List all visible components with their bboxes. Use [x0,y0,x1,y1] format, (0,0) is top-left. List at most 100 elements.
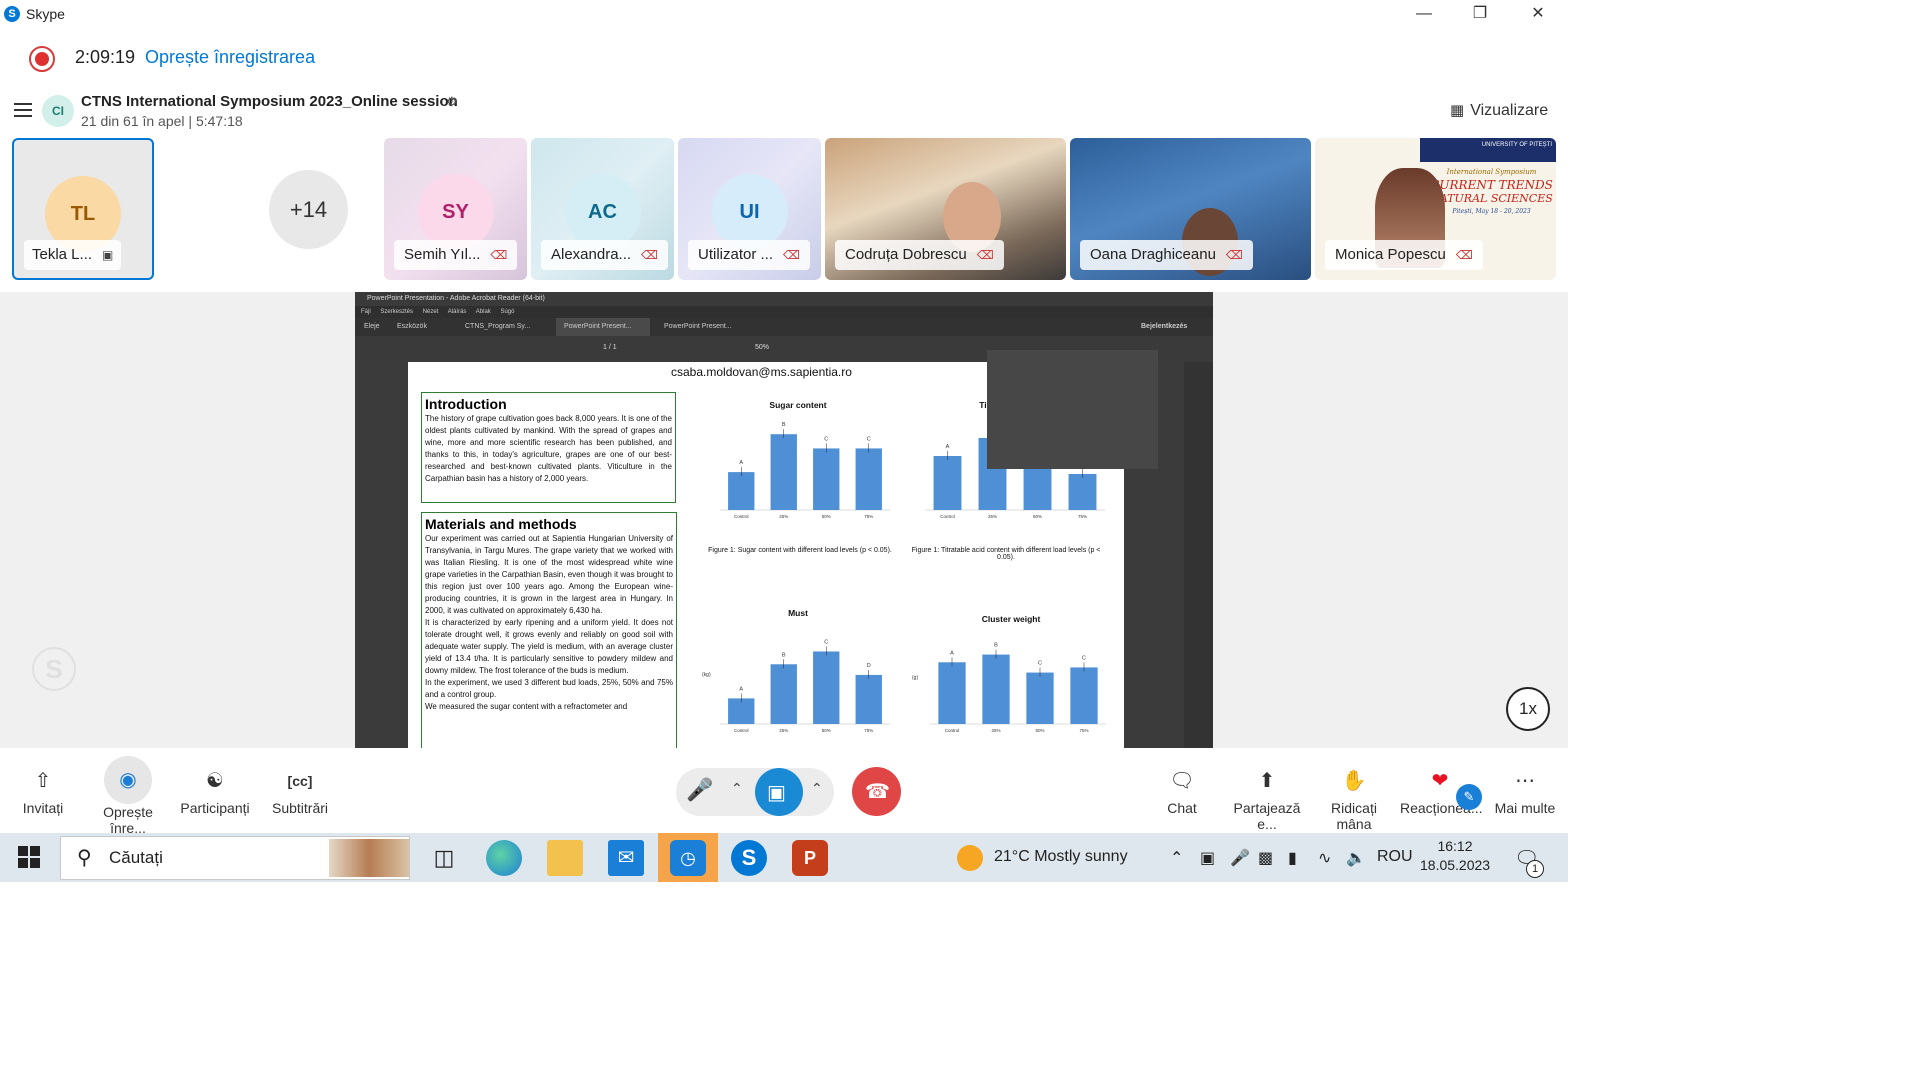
participants-button[interactable]: ☯ Participanți [180,766,250,816]
invite-button[interactable]: ⇧ Invitați [18,766,68,816]
participant-name: Semih Yıl... ⌫ [394,240,518,270]
participant-tile[interactable]: UI Utilizator ... ⌫ [678,138,821,280]
gear-icon[interactable]: ⚙ [446,94,458,110]
avatar: AC [564,174,641,250]
participant-video-tile[interactable]: Codruța Dobrescu ⌫ [825,138,1066,280]
weather-text[interactable]: 21°C Mostly sunny [994,848,1128,866]
close-button[interactable]: ✕ [1510,0,1566,28]
figure-caption: Figure 1: Sugar content with different l… [708,547,892,554]
app-title: Skype [26,6,65,22]
banner-text: NATURAL SCIENCES [1430,192,1553,205]
chevron-up-icon[interactable]: ⌃ [731,780,743,797]
participant-tile[interactable]: SY Semih Yıl... ⌫ [384,138,527,280]
tab-tools[interactable]: Eszközök [397,318,427,336]
notification-count: 1 [1526,860,1544,878]
upload-icon: ⬆ [1258,770,1276,792]
microphone-icon[interactable]: 🎤 [1230,848,1250,868]
invite-label: Invitați [22,800,64,816]
tick-label: 25% [988,514,997,519]
stop-recording-button[interactable]: ◉ Oprește înre... [84,756,172,836]
chat-button[interactable]: 🗨 Chat [1160,766,1204,816]
muted-mic-icon: ⌫ [976,248,994,262]
chart-title: Cluster weight [982,614,1041,624]
conversation-title[interactable]: CTNS International Symposium 2023_Online… [81,93,458,110]
muted-mic-icon: ⌫ [641,248,659,262]
powerpoint-icon[interactable]: P [792,840,828,876]
page-counter[interactable]: 1 / 1 [603,339,617,357]
view-button[interactable]: ▦ Vizualizare [1450,101,1548,120]
tab-home[interactable]: Eleje [364,318,380,336]
tab-document-active[interactable]: PowerPoint Present... [556,318,650,336]
recording-time: 2:09:19 [75,47,136,67]
playback-speed-button[interactable]: 1x [1506,687,1550,731]
windows-start-icon[interactable] [18,846,40,868]
hang-up-button[interactable]: ☎ [852,767,901,816]
taskbar-search[interactable]: ⚲ Căutați [60,836,410,880]
participant-tile-self[interactable]: TL Tekla L... ▣ [12,138,154,280]
stop-recording-label: Oprește înre... [103,804,153,836]
tab-document[interactable]: PowerPoint Present... [664,318,732,336]
menu-item[interactable]: Nézet [423,309,439,315]
participant-name-text: Codruța Dobrescu [845,246,967,263]
meet-now-icon[interactable]: ▣ [1200,848,1215,868]
muted-mic-icon[interactable]: 🎤 [686,777,713,803]
conversation-subtitle: 21 din 61 în apel | 5:47:18 [81,113,243,129]
camera-button[interactable]: ▣ [755,768,803,816]
participant-name-text: Tekla L... [32,246,93,263]
language-indicator[interactable]: ROU [1377,848,1413,866]
tick-label: 75% [864,514,873,519]
menu-item[interactable]: Ablak [476,309,491,315]
y-axis-label: (kg) [702,672,711,678]
phone-icon: ☎ [865,781,890,803]
tick-label: Control [734,728,749,733]
more-button[interactable]: ⋯ Mai multe [1494,766,1556,816]
symposium-banner: International Symposium CURRENT TRENDS N… [1427,166,1556,218]
taskbar-clock[interactable]: 16:12 18.05.2023 [1420,838,1490,873]
subtitles-button[interactable]: [cc] Subtitrări [270,766,330,816]
share-screen-button[interactable]: ⬆ Partajează e... [1222,766,1312,832]
volume-icon[interactable]: 🔈 [1346,848,1366,868]
participant-tile[interactable]: AC Alexandra... ⌫ [531,138,674,280]
restore-button[interactable]: ❐ [1452,0,1508,28]
record-icon: ◉ [104,756,152,804]
acrobat-tools-pane [1184,362,1213,748]
tab-document[interactable]: CTNS_Program Sy... [465,318,530,336]
zoom-level[interactable]: 50% [755,339,769,357]
share-icon: ⇧ [34,770,52,792]
pencil-icon[interactable]: ✎ [1456,784,1482,810]
chevron-up-icon[interactable]: ⌃ [1170,848,1183,868]
menu-item[interactable]: Szerkesztés [380,309,413,315]
menu-item[interactable]: Fájl [361,309,371,315]
chevron-up-icon[interactable]: ⌃ [811,780,823,797]
wifi-icon[interactable]: ∿ [1318,848,1331,868]
data-label: C [824,639,828,645]
participant-video-tile[interactable]: UNIVERSITY OF PITEȘTI International Symp… [1315,138,1556,280]
menu-item[interactable]: Aláírás [448,309,467,315]
data-label: B [994,643,998,649]
skype-taskbar-icon[interactable]: S [731,840,767,876]
menu-item[interactable]: Súgó [500,309,514,315]
file-explorer-icon[interactable] [547,840,583,876]
more-participants-button[interactable]: +14 [269,170,348,249]
recording-indicator-icon [29,46,55,72]
participant-video-tile[interactable]: Oana Draghiceanu ⌫ [1070,138,1311,280]
participant-name: Monica Popescu ⌫ [1325,240,1483,270]
figure-caption: Figure 1: Titratable acid content with d… [911,547,1101,561]
minimize-button[interactable]: — [1396,0,1452,28]
stop-recording-link[interactable]: Oprește înregistrarea [145,47,315,68]
data-label: C [867,436,871,442]
battery-icon[interactable]: ▮ [1288,848,1297,868]
edge-icon[interactable] [486,840,522,876]
network-icon[interactable]: ▩ [1258,848,1273,868]
muted-mic-icon: ⌫ [1225,248,1243,262]
raise-hand-button[interactable]: ✋ Ridicați mâna [1312,766,1396,832]
chart-bar [813,651,840,724]
data-label: C [1038,661,1042,667]
signin-link[interactable]: Bejelentkezés [1141,318,1187,336]
clock-date: 18.05.2023 [1420,857,1491,873]
menu-icon[interactable] [14,103,32,117]
participant-name: Tekla L... ▣ [24,240,122,270]
clock-app-icon[interactable]: ◷ [670,840,706,876]
task-view-icon[interactable]: ◫ [426,840,462,876]
mail-icon[interactable]: ✉ [608,840,644,876]
